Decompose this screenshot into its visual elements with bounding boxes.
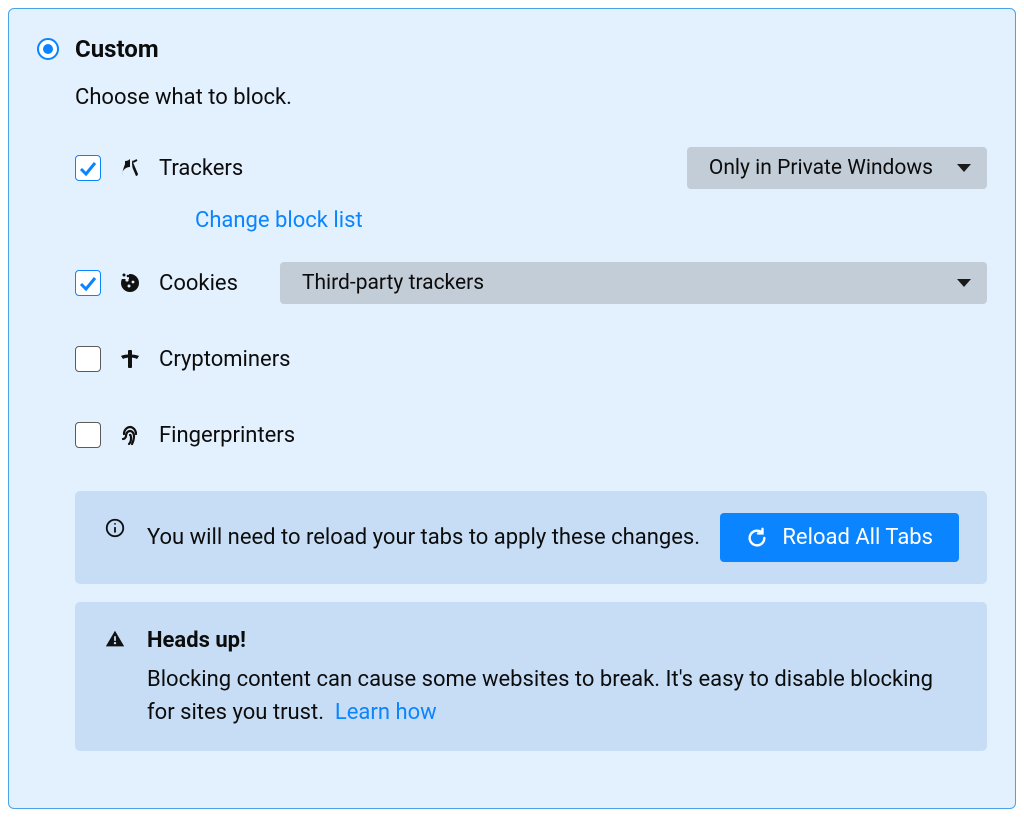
trackers-checkbox[interactable] [75,155,101,181]
cookies-label: Cookies [159,271,238,296]
reload-notice: You will need to reload your tabs to app… [75,491,987,584]
custom-radio[interactable] [37,38,59,60]
warning-text: Blocking content can cause some websites… [147,667,933,725]
panel-title: Custom [75,35,159,63]
reload-notice-text: You will need to reload your tabs to app… [147,521,700,554]
trackers-icon [117,155,143,181]
trackers-row: Trackers Only in Private Windows [75,144,987,192]
cryptominers-checkbox[interactable] [75,346,101,372]
chevron-down-icon [957,164,971,172]
change-block-list-row: Change block list [113,208,987,233]
reload-all-tabs-button[interactable]: Reload All Tabs [720,513,959,562]
cookies-dropdown-value: Third-party trackers [302,271,484,295]
cookies-dropdown[interactable]: Third-party trackers [280,262,987,304]
radio-dot-icon [43,44,53,54]
cryptominers-row: Cryptominers [75,335,987,383]
warning-heading: Heads up! [147,628,246,653]
warning-notice: Heads up! Blocking content can cause som… [75,602,987,751]
panel-header: Custom [37,35,987,63]
cookies-row: Cookies Third-party trackers [75,259,987,307]
warning-icon [103,628,127,650]
reload-icon [746,527,768,549]
trackers-dropdown-value: Only in Private Windows [709,156,933,180]
fingerprinters-icon [117,422,143,448]
chevron-down-icon [957,279,971,287]
fingerprinters-row: Fingerprinters [75,411,987,459]
cookies-icon [117,270,143,296]
trackers-label: Trackers [159,156,243,181]
custom-tracking-panel: Custom Choose what to block. Trackers On… [8,8,1016,809]
cryptominers-icon [117,346,143,372]
info-icon [103,517,127,539]
fingerprinters-label: Fingerprinters [159,423,295,448]
warning-message: Heads up! Blocking content can cause som… [147,624,959,729]
change-block-list-link[interactable]: Change block list [195,208,363,233]
panel-subtitle: Choose what to block. [75,85,987,110]
cryptominers-label: Cryptominers [159,347,291,372]
trackers-dropdown[interactable]: Only in Private Windows [687,147,987,189]
fingerprinters-checkbox[interactable] [75,422,101,448]
cookies-checkbox[interactable] [75,270,101,296]
reload-button-label: Reload All Tabs [782,525,933,550]
learn-how-link[interactable]: Learn how [335,700,437,725]
